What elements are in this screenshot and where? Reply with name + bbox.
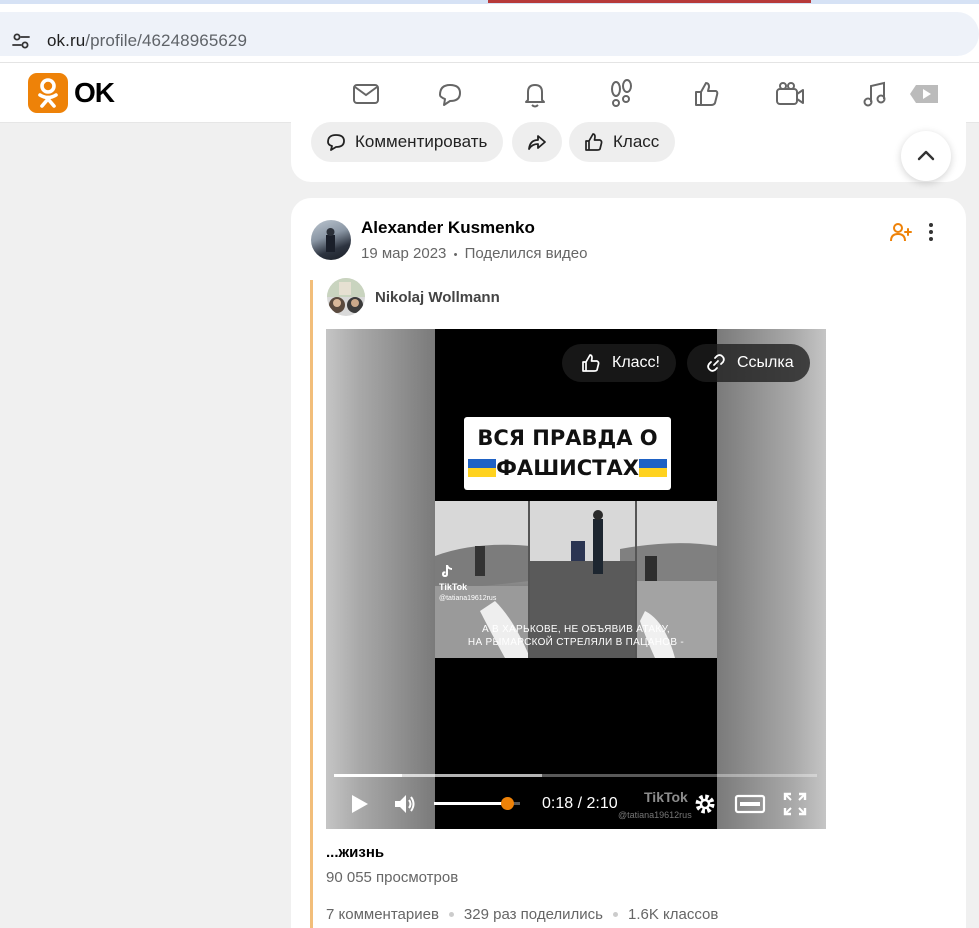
video-blur-left: [326, 329, 435, 829]
video-camera-icon[interactable]: [773, 77, 807, 111]
theater-mode-icon[interactable]: [734, 791, 766, 817]
ukraine-flag-icon: [638, 459, 667, 477]
video-watermark: TikTok: [644, 789, 688, 805]
video-progress-bar[interactable]: [334, 774, 817, 777]
video-icon[interactable]: [908, 77, 942, 111]
url-path: /profile/46248965629: [85, 31, 248, 50]
address-bar: ok.ru/profile/46248965629: [0, 4, 979, 62]
video-title[interactable]: ...жизнь: [326, 844, 384, 861]
link-icon: [707, 354, 725, 372]
more-options-icon[interactable]: [919, 220, 943, 244]
stat-separator: [448, 912, 454, 917]
chat-icon[interactable]: [433, 77, 467, 111]
ok-logo-icon[interactable]: [28, 73, 68, 113]
post-action: Поделился видео: [464, 245, 588, 262]
post-author-name[interactable]: Alexander Kusmenko: [361, 218, 535, 238]
active-tab-indicator: [488, 0, 811, 3]
video-played: [334, 774, 402, 777]
post-date[interactable]: 19 мар 2023: [361, 245, 446, 262]
chevron-up-icon: [917, 150, 935, 161]
add-friend-icon[interactable]: [889, 220, 913, 244]
video-caption: А В ХАРЬКОВЕ, НЕ ОБЪЯВИВ АТАКУ, НА РЫМАР…: [455, 623, 697, 649]
video-link-button[interactable]: Ссылка: [687, 344, 810, 382]
comments-count[interactable]: 7 комментариев: [326, 906, 439, 923]
comment-icon: [327, 134, 345, 151]
caption-line2: НА РЫМАРСКОЙ СТРЕЛЯЛИ В ПАЦАНОВ -: [467, 637, 685, 648]
likes-count[interactable]: 1.6K классов: [628, 906, 718, 923]
mail-icon[interactable]: [349, 77, 383, 111]
reshare-border: [310, 280, 313, 928]
author-avatar[interactable]: [311, 220, 351, 260]
video-blur-right: [717, 329, 826, 829]
like-icon: [585, 133, 603, 151]
volume-knob[interactable]: [501, 797, 515, 810]
video-watermark-user: @tatiana19612rus: [618, 810, 692, 820]
like-icon: [582, 354, 600, 372]
video-title-line2: ФАШИСТАХ: [464, 453, 671, 483]
url-field[interactable]: ok.ru/profile/46248965629: [0, 12, 979, 56]
music-icon[interactable]: [858, 77, 892, 111]
share-icon: [528, 135, 546, 150]
footprints-icon[interactable]: [604, 77, 638, 111]
site-settings-icon[interactable]: [10, 30, 32, 52]
post-meta: 19 мар 2023 • Поделился видео: [361, 245, 587, 262]
video-time: 0:18 / 2:10: [542, 795, 618, 812]
views-count: 90 055 просмотров: [326, 869, 459, 886]
caption-line1: А В ХАРЬКОВЕ, НЕ ОБЪЯВИВ АТАКУ,: [481, 624, 671, 635]
video-overlay-title: ВСЯ ПРАВДА О ФАШИСТАХ: [464, 417, 671, 490]
video-scene: TikTok @tatiana19612rus А В ХАРЬКОВЕ, НЕ…: [435, 501, 717, 658]
stat-separator: [613, 912, 618, 917]
ukraine-flag-icon: [468, 459, 497, 477]
url-text[interactable]: ok.ru/profile/46248965629: [47, 31, 247, 51]
url-host: ok.ru: [47, 31, 86, 50]
meta-separator: •: [453, 249, 458, 261]
tiktok-icon: [442, 565, 452, 577]
previous-post-card: Комментировать Класс: [291, 110, 966, 182]
comment-button[interactable]: Комментировать: [311, 122, 504, 162]
video-player[interactable]: ВСЯ ПРАВДА О ФАШИСТАХ TikTok @tatiana196…: [326, 329, 826, 829]
fullscreen-icon[interactable]: [782, 791, 808, 817]
bell-icon[interactable]: [518, 77, 552, 111]
tiktok-label: TikTok: [439, 582, 468, 592]
like-button[interactable]: Класс: [569, 122, 676, 162]
video-title-line1: ВСЯ ПРАВДА О: [477, 426, 658, 450]
tiktok-user: @tatiana19612rus: [439, 595, 497, 602]
video-link-label: Ссылка: [737, 354, 794, 371]
post-stats: 7 комментариев 329 раз поделились 1.6K к…: [326, 906, 718, 923]
ok-logo-text[interactable]: OK: [74, 77, 115, 109]
video-like-label: Класс!: [612, 354, 660, 371]
tiktok-badge: TikTok @tatiana19612rus: [439, 563, 496, 604]
play-icon[interactable]: [346, 791, 372, 817]
comment-label: Комментировать: [355, 132, 488, 151]
volume-icon[interactable]: [392, 791, 418, 817]
scroll-to-top-button[interactable]: [901, 131, 951, 181]
settings-gear-icon[interactable]: [692, 791, 718, 817]
volume-level: [434, 802, 508, 805]
like-label: Класс: [613, 132, 660, 151]
share-button[interactable]: [512, 122, 562, 162]
video-like-button[interactable]: Класс!: [562, 344, 676, 382]
shares-count[interactable]: 329 раз поделились: [464, 906, 603, 923]
feed-post: Alexander Kusmenko 19 мар 2023 • Поделил…: [291, 198, 966, 928]
original-author-name[interactable]: Nikolaj Wollmann: [375, 289, 500, 306]
original-author-avatar[interactable]: [327, 278, 365, 316]
volume-slider[interactable]: [434, 797, 520, 810]
like-icon[interactable]: [690, 77, 724, 111]
